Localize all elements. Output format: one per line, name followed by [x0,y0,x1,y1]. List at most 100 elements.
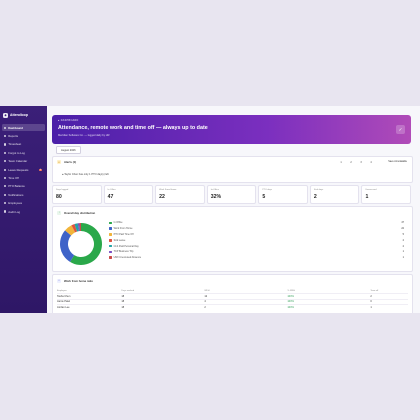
main-content: ● DASHBOARD Attendance, remote work and … [47,106,420,313]
balance-icon [4,185,7,188]
dashboard-icon [4,126,7,129]
sidebar-item-forgot-to-log[interactable]: Forgot to Log [2,149,45,156]
app-window: ◆ Attendloop Dashboard Reports Timesheet… [0,106,420,313]
stats-row: Days logged 80 In Office 47 Work From Home… [52,185,412,204]
chart-icon: ◔ [57,210,61,215]
brand[interactable]: ◆ Attendloop [3,110,28,120]
sidebar-item-label: Reports [8,134,18,139]
hero-banner: ● DASHBOARD Attendance, remote work and … [52,115,411,144]
cell-pct-wfh: 100% [287,304,371,310]
legend-count: 47 [401,221,404,225]
page-button[interactable]: 4 [367,160,375,165]
sidebar-item-team-calendar[interactable]: Team Calendar [2,158,45,165]
alerts-pagination: 1 2 3 4 [337,160,375,165]
legend-label: TCP Business Trip [113,250,134,254]
sidebar-item-label: Notifications [8,192,24,197]
sidebar-item-notifications[interactable]: Notifications [2,191,45,198]
sidebar-item-label: Team Calendar [8,159,28,164]
sidebar-item-pto-balance[interactable]: PTO Balance [2,183,45,190]
sidebar-item-label: PTO Balance [8,184,25,189]
alert-message: ● Taylor Chen has only 1 PTO day(s) left [62,173,109,176]
leave-requests-badge: 1 [38,168,42,171]
sidebar-item-leave-requests[interactable]: Leave Requests 1 [2,166,45,173]
period-selector[interactable]: August 2026 [56,146,81,154]
legend-count: 1 [402,256,404,260]
cell-wfh: 2 [204,304,288,310]
stat-value: 47 [107,194,114,200]
hero-kicker: ● DASHBOARD [58,119,79,122]
legend-swatch [109,227,112,230]
sidebar-item-dashboard[interactable]: Dashboard [2,124,45,132]
list-icon [4,210,7,213]
stat-value: 80 [56,194,62,200]
logo-icon: ◆ [3,112,8,118]
sidebar-item-label: Leave Requests [8,167,29,172]
brand-name: Attendloop [10,113,28,117]
cell-time-off: 1 [370,304,408,310]
page-button[interactable]: 3 [357,160,365,165]
stat-card: In Office 47 [103,185,154,204]
wfh-title: Work from home ratio [64,279,94,283]
stat-value: 1 [365,194,369,200]
legend-count: 22 [401,227,404,231]
stat-value: 5 [262,194,266,200]
stat-label: PTO days [262,189,272,191]
distribution-card: ◔ Overall day distribution In Office 47 W… [52,206,413,272]
sidebar-item-employees[interactable]: Employees [2,200,45,207]
distribution-legend: In Office 47 Work From Home 22 PTO Paid Ti… [109,220,406,261]
stat-label: Unexcused [365,189,377,191]
home-icon: ⌂ [57,278,61,283]
check-icon[interactable]: ✓ [396,125,405,134]
legend-label: In Office [113,221,123,225]
cell-employee: Jordan Lee [57,304,122,310]
sidebar-item-label: Timesheet [8,142,22,147]
sidebar-nav: Dashboard Reports Timesheet Forgot to Lo… [2,124,45,216]
stat-label: In-Office [210,189,219,191]
donut-slice [59,230,75,262]
legend-swatch [109,233,112,236]
sidebar-item-label: Time Off [8,175,19,180]
hero-title: Attendance, remote work and time off — a… [58,125,208,131]
stat-card: Work From Home 22 [155,185,205,204]
calendar-icon [4,160,7,163]
legend-count: 2 [402,244,404,248]
legend-swatch [109,250,112,254]
page-button[interactable]: 2 [347,160,355,165]
legend-swatch [109,244,112,248]
stat-label: Days logged [56,189,69,191]
stat-label: Sick days [313,189,324,191]
bell-icon [4,193,7,196]
stat-card: PTO days 5 [258,185,308,204]
wfh-ratio-card: ⌂ Work from home ratio Employee Days wor… [52,274,413,313]
clock-icon [4,151,7,154]
save-annotatable-button[interactable]: Save Annotatable [388,160,407,163]
stat-card: Sick days 2 [309,185,360,204]
stat-label: Work From Home [159,189,177,191]
legend-count: 5 [402,232,404,236]
stat-value: 22 [159,194,165,200]
inbox-icon [4,168,7,171]
sidebar-item-label: Forgot to Log [8,150,25,155]
alerts-title: Alerts (1) [64,160,77,164]
legend-swatch [109,221,112,225]
sidebar: ◆ Attendloop Dashboard Reports Timesheet… [0,106,47,313]
sidebar-item-time-off[interactable]: Time Off [2,174,45,181]
sidebar-item-timesheet[interactable]: Timesheet [2,141,45,148]
page-button[interactable]: 1 [337,160,345,165]
legend-item: UNX Unexcused Absence 1 [109,255,406,261]
alerts-card: ⚠ Alerts (1) 1 2 3 4 Save Annotatable ● … [52,156,413,183]
users-icon [4,202,7,205]
warning-icon: ⚠ [57,160,61,164]
donut-chart [59,223,102,265]
sidebar-item-audit-log[interactable]: Audit Log [2,208,45,215]
stat-card: Unexcused 1 [361,185,412,204]
reports-icon [4,134,7,138]
legend-label: PTO Paid Time Off [113,232,134,236]
stat-card: In-Office 32% [206,185,257,204]
stat-value: 32% [210,194,222,200]
table-row[interactable]: Jordan Lee 18 2 100% 1 [57,304,408,310]
timesheet-icon [4,143,7,146]
legend-count: 1 [402,250,404,254]
legend-label: Work From Home [113,227,133,231]
sidebar-item-reports[interactable]: Reports [2,132,45,139]
